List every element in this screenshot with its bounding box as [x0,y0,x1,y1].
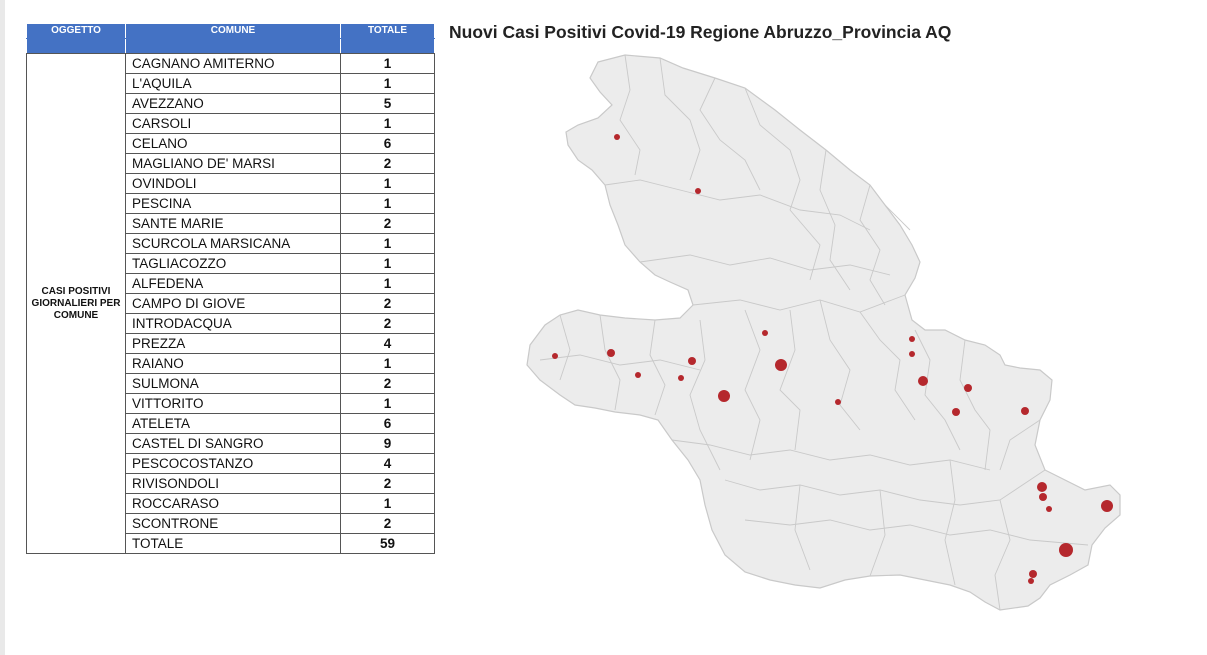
case-marker [1059,543,1073,557]
case-marker [762,330,768,336]
totale-cell: 1 [340,493,435,514]
totale-cell: 1 [340,233,435,254]
table-row: CASI POSITIVI GIORNALIERI PER COMUNE CAGN… [26,53,435,554]
totale-cell: 1 [340,353,435,374]
totale-cell: 2 [340,513,435,534]
totale-cell: 1 [340,393,435,414]
case-marker [635,372,641,378]
totale-cell: 4 [340,333,435,354]
totale-cell: 1 [340,193,435,214]
comune-cell: PESCINA [125,193,341,214]
header-totale: TOTALE [340,23,435,39]
comune-cell: SANTE MARIE [125,213,341,234]
case-marker [909,336,915,342]
province-map [526,54,1121,611]
totale-cell: 1 [340,253,435,274]
comune-cell: ATELETA [125,413,341,434]
case-marker [695,188,701,194]
table-header-row: OGGETTO COMUNE TOTALE [26,23,435,39]
case-marker [1028,578,1034,584]
comune-cell: CAMPO DI GIOVE [125,293,341,314]
case-marker [1037,482,1047,492]
totale-cell: 1 [340,113,435,134]
comune-cell: SCURCOLA MARSICANA [125,233,341,254]
window-edge [0,0,5,655]
group-label: CASI POSITIVI GIORNALIERI PER COMUNE [26,53,126,554]
totale-cell: 2 [340,313,435,334]
case-marker [964,384,972,392]
totale-cell: 1 [340,273,435,294]
case-marker [1021,407,1029,415]
total-label: TOTALE [125,533,341,554]
comune-cell: PESCOCOSTANZO [125,453,341,474]
totale-cell: 1 [340,173,435,194]
comune-cell: CAGNANO AMITERNO [125,53,341,74]
case-marker [678,375,684,381]
comune-cell: L'AQUILA [125,73,341,94]
case-marker [952,408,960,416]
comune-cell: OVINDOLI [125,173,341,194]
comune-cell: PREZZA [125,333,341,354]
totale-cell: 2 [340,153,435,174]
case-marker [835,399,841,405]
case-marker [909,351,915,357]
table-body: CASI POSITIVI GIORNALIERI PER COMUNE CAGN… [26,53,435,554]
totale-cell: 2 [340,213,435,234]
comune-cell: AVEZZANO [125,93,341,114]
case-marker [1029,570,1037,578]
comune-cell: CARSOLI [125,113,341,134]
case-marker [918,376,928,386]
case-marker [1039,493,1047,501]
comune-cell: INTRODACQUA [125,313,341,334]
totale-cell: 4 [340,453,435,474]
totale-cell: 2 [340,373,435,394]
case-marker [552,353,558,359]
comune-cell: VITTORITO [125,393,341,414]
cases-table: OGGETTO COMUNE TOTALE CASI POSITIVI GIOR… [26,23,435,554]
header-oggetto: OGGETTO [26,23,126,39]
totale-cell: 5 [340,93,435,114]
totale-cell: 2 [340,293,435,314]
case-marker [607,349,615,357]
comune-cell: RAIANO [125,353,341,374]
comune-cell: CASTEL DI SANGRO [125,433,341,454]
totale-cell: 6 [340,133,435,154]
case-marker [1101,500,1113,512]
total-value: 59 [340,533,435,554]
totale-cell: 6 [340,413,435,434]
case-marker [775,359,787,371]
case-marker [1046,506,1052,512]
case-marker [688,357,696,365]
header-comune: COMUNE [125,23,341,39]
comune-cell: CELANO [125,133,341,154]
comune-cell: TAGLIACOZZO [125,253,341,274]
comune-cell: SCONTRONE [125,513,341,534]
totale-cell: 1 [340,53,435,74]
case-marker [614,134,620,140]
table-header-spacer [26,38,435,54]
totale-cell: 2 [340,473,435,494]
totale-cell: 1 [340,73,435,94]
comune-cell: ALFEDENA [125,273,341,294]
comune-cell: ROCCARASO [125,493,341,514]
comune-cell: RIVISONDOLI [125,473,341,494]
case-marker [718,390,730,402]
comune-cell: SULMONA [125,373,341,394]
totale-cell: 9 [340,433,435,454]
comune-cell: MAGLIANO DE' MARSI [125,153,341,174]
